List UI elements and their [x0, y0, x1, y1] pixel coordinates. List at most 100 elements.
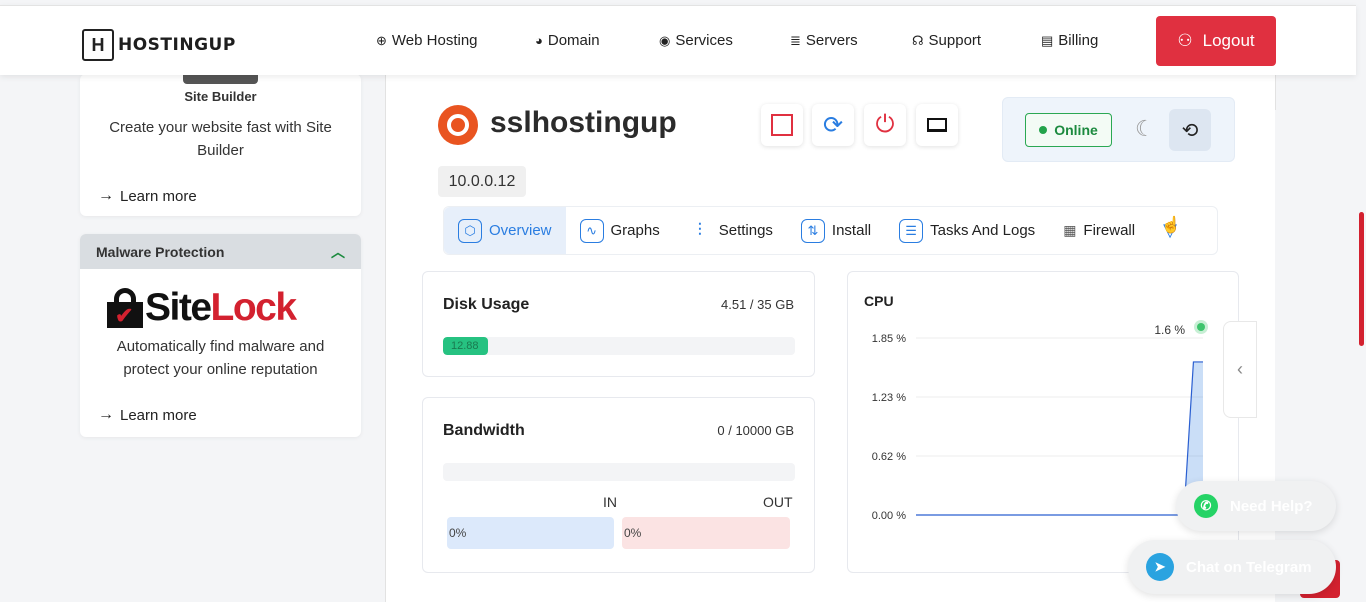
- tab-install-label: Install: [831, 222, 872, 239]
- cpu-live-dot: [1197, 323, 1205, 331]
- nav-domain[interactable]: ◕ Domain: [535, 32, 659, 49]
- status-box: Online ☾ ⟲: [1002, 97, 1235, 162]
- cpu-y-tick-label: 1.85 %: [872, 333, 906, 345]
- logo-icon: H: [82, 29, 114, 61]
- database-icon: ≣: [790, 32, 801, 48]
- tab-firewall-label: Firewall: [1083, 222, 1136, 239]
- laptop-icon: [927, 118, 947, 132]
- brand-logo[interactable]: H HOSTINGUP: [82, 29, 236, 61]
- site-builder-card: Site Builder Create your website fast wi…: [80, 74, 361, 216]
- nav-billing[interactable]: ▤ Billing: [1041, 32, 1098, 49]
- ubuntu-icon: [438, 105, 478, 145]
- headset-icon: ☊: [912, 32, 924, 48]
- tab-graphs-label: Graphs: [610, 222, 660, 239]
- sitelock-site-text: Site: [145, 286, 212, 329]
- checklist-icon: ☰: [899, 218, 924, 243]
- tab-graphs[interactable]: ∿ Graphs: [566, 207, 674, 254]
- logout-button[interactable]: ⚇ Logout: [1156, 16, 1276, 66]
- sitelock-logo: ✔ Site Lock: [107, 286, 298, 330]
- server-tabs: ⬡ Overview ∿ Graphs ⫶ Settings ⇅ Install…: [443, 206, 1218, 255]
- bandwidth-bar: [443, 463, 795, 481]
- nav-web-hosting[interactable]: ⊕ Web Hosting: [376, 32, 535, 49]
- user-icon: ⚇: [1177, 31, 1193, 50]
- nav-web-hosting-label: Web Hosting: [391, 32, 478, 49]
- server-ip: 10.0.0.12: [438, 166, 526, 197]
- top-navbar: H HOSTINGUP ⊕ Web Hosting ◕ Domain ◉ Ser…: [0, 5, 1356, 75]
- tab-more[interactable]: ▽ ☝: [1149, 207, 1191, 254]
- cpu-series-area: [916, 361, 1203, 515]
- cpu-y-tick-label: 0.62 %: [872, 451, 906, 463]
- site-builder-learn-more[interactable]: → Learn more: [98, 187, 197, 205]
- arrow-right-icon: →: [98, 187, 114, 204]
- nav-support-label: Support: [928, 32, 982, 49]
- nav-services[interactable]: ◉ Services: [659, 32, 790, 49]
- tab-overview-label: Overview: [489, 222, 552, 239]
- bandwidth-out-label: OUT: [763, 494, 793, 510]
- malware-protection-card: Malware Protection ︿ ✔ Site Lock Automat…: [80, 234, 361, 437]
- graph-icon: ∿: [579, 218, 604, 243]
- nav-support[interactable]: ☊ Support: [912, 32, 1041, 49]
- refresh-icon: ⟲: [1181, 119, 1199, 142]
- main-nav: ⊕ Web Hosting ◕ Domain ◉ Services ≣ Serv…: [376, 32, 1098, 49]
- malware-protection-title: Malware Protection: [96, 243, 225, 260]
- stop-button[interactable]: [761, 104, 803, 146]
- tab-tasks-label: Tasks And Logs: [930, 222, 1036, 239]
- cube-icon: ⬡: [458, 218, 482, 243]
- restart-icon: ⟳: [822, 111, 844, 139]
- restart-button[interactable]: ⟳: [812, 104, 854, 146]
- compass-icon: ◉: [659, 32, 671, 48]
- nav-servers-label: Servers: [805, 32, 858, 49]
- bandwidth-out-value: 0%: [622, 517, 790, 549]
- telegram-chat-button[interactable]: ➤ Chat on Telegram: [1128, 540, 1336, 594]
- bandwidth-in-label: IN: [603, 494, 617, 510]
- logout-label: Logout: [1202, 31, 1255, 50]
- cpu-current-value-label: 1.6 %: [1154, 323, 1185, 337]
- learn-more-label: Learn more: [120, 187, 197, 205]
- status-badge: Online: [1025, 113, 1112, 147]
- learn-more-label: Learn more: [120, 406, 197, 424]
- arrow-right-icon: →: [98, 406, 114, 423]
- whatsapp-help-button[interactable]: ✆ Need Help?: [1176, 481, 1336, 531]
- disk-usage-title: Disk Usage: [443, 296, 530, 313]
- malware-learn-more[interactable]: → Learn more: [98, 406, 197, 424]
- tab-firewall[interactable]: ▦ Firewall: [1049, 207, 1149, 254]
- status-dot-icon: [1039, 126, 1048, 134]
- nav-domain-label: Domain: [547, 32, 600, 49]
- refresh-status-button[interactable]: ⟲: [1169, 109, 1211, 151]
- nav-services-label: Services: [675, 32, 733, 49]
- install-icon: ⇅: [800, 218, 825, 243]
- telegram-icon: ➤: [1146, 553, 1174, 581]
- tab-tasks-and-logs[interactable]: ☰ Tasks And Logs: [885, 207, 1049, 254]
- tab-settings[interactable]: ⫶ Settings: [674, 207, 787, 254]
- page-scrollbar[interactable]: [1359, 212, 1364, 346]
- disk-usage-value: 4.51 / 35 GB: [721, 297, 794, 312]
- console-button[interactable]: [916, 104, 958, 146]
- globe-icon: ⊕: [376, 32, 387, 48]
- panel-divider-right: [1275, 74, 1276, 110]
- whatsapp-label: Need Help?: [1230, 497, 1313, 515]
- malware-description: Automatically find malware and protect y…: [116, 338, 325, 378]
- side-panel-toggle[interactable]: ‹: [1223, 321, 1257, 418]
- chevron-up-icon: ︿: [331, 243, 345, 260]
- moon-icon[interactable]: ☾: [1135, 116, 1155, 142]
- site-builder-image: [183, 74, 258, 84]
- nav-servers[interactable]: ≣ Servers: [790, 32, 912, 49]
- world-icon: ◕: [535, 33, 543, 48]
- sitelock-lock-text: Lock: [210, 286, 298, 329]
- malware-protection-header[interactable]: Malware Protection ︿: [80, 234, 361, 269]
- power-button[interactable]: ⏻: [864, 104, 906, 146]
- bandwidth-in-value: 0%: [447, 517, 614, 549]
- tab-overview[interactable]: ⬡ Overview: [444, 207, 566, 254]
- chevron-left-icon: ‹: [1237, 359, 1243, 379]
- cpu-series-line: [916, 361, 1203, 516]
- telegram-label: Chat on Telegram: [1186, 558, 1312, 576]
- site-builder-description: Create your website fast with Site Build…: [109, 119, 332, 159]
- tab-install[interactable]: ⇅ Install: [787, 207, 885, 254]
- bandwidth-value: 0 / 10000 GB: [717, 423, 794, 438]
- cpu-y-tick-label: 1.23 %: [872, 392, 906, 404]
- firewall-icon: ▦: [1063, 222, 1077, 238]
- nav-billing-label: Billing: [1058, 32, 1099, 49]
- bandwidth-title: Bandwidth: [443, 422, 525, 439]
- padlock-icon: ✔: [107, 288, 143, 328]
- site-builder-title: Site Builder: [184, 89, 257, 104]
